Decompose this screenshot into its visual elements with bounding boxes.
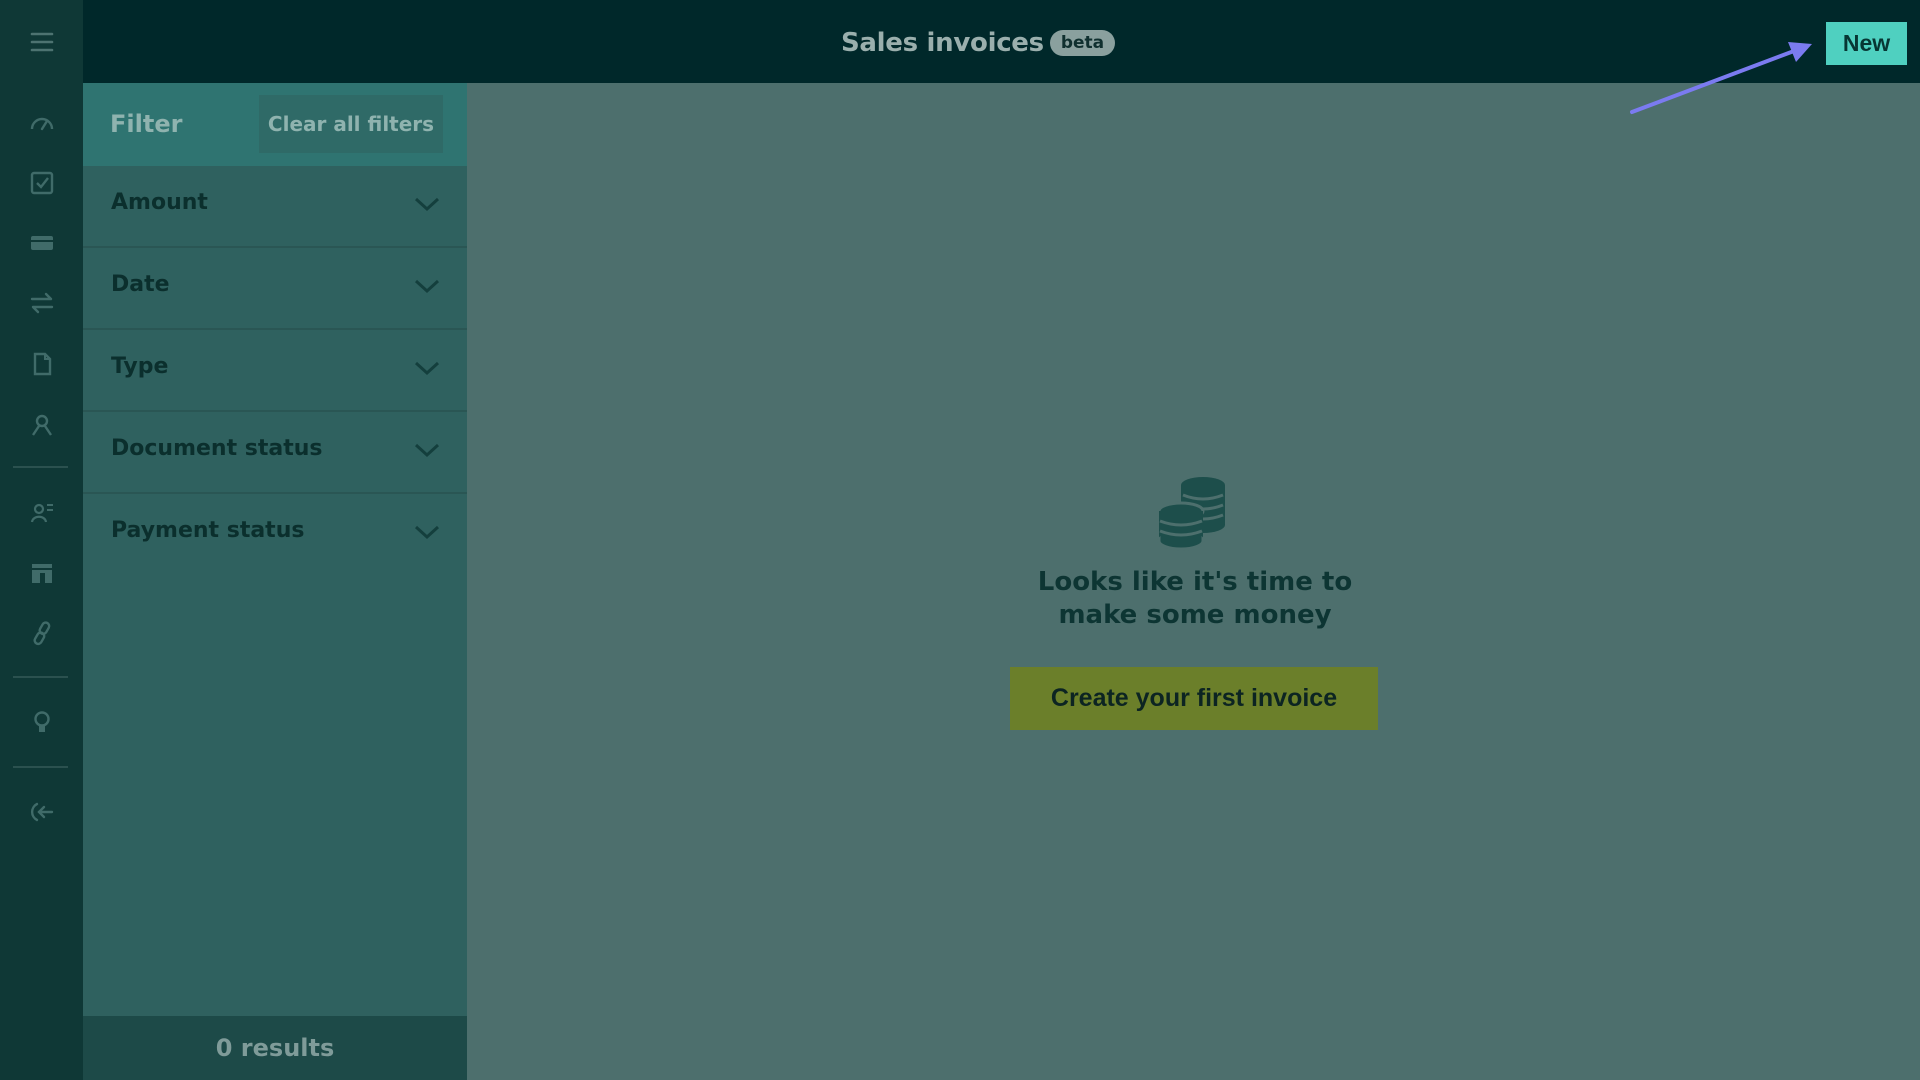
- tasks-icon[interactable]: [0, 159, 83, 207]
- filter-item-payment-status[interactable]: Payment status: [83, 494, 467, 576]
- filter-item-date[interactable]: Date: [83, 248, 467, 330]
- lightbulb-icon[interactable]: [0, 698, 83, 746]
- chevron-down-icon: [414, 197, 440, 212]
- annotation-arrow-icon: [1630, 42, 1812, 114]
- beta-badge: beta: [1049, 30, 1116, 56]
- filter-panel: Filter Clear all filters Amount Date Typ…: [83, 83, 467, 1080]
- filter-item-label: Document status: [111, 436, 323, 461]
- user-list-icon[interactable]: [0, 489, 83, 537]
- clear-all-filters-button[interactable]: Clear all filters: [259, 95, 443, 153]
- filter-item-label: Type: [111, 354, 169, 379]
- coins-icon: [1157, 477, 1225, 551]
- results-count: 0 results: [215, 1034, 335, 1062]
- filter-item-amount[interactable]: Amount: [83, 166, 467, 248]
- filter-item-type[interactable]: Type: [83, 330, 467, 412]
- rail-divider: [13, 676, 68, 678]
- chevron-down-icon: [414, 525, 440, 540]
- transfer-icon[interactable]: [0, 279, 83, 327]
- filter-title: Filter: [110, 110, 183, 138]
- page-title-group: Sales invoices beta: [841, 25, 1116, 61]
- filter-item-label: Date: [111, 272, 170, 297]
- filter-item-label: Payment status: [111, 518, 305, 543]
- chevron-down-icon: [414, 279, 440, 294]
- filter-item-document-status[interactable]: Document status: [83, 412, 467, 494]
- new-button[interactable]: New: [1826, 22, 1907, 65]
- empty-state-message: Looks like it's time to make some money: [1037, 567, 1353, 630]
- nav-rail: [0, 0, 83, 1080]
- store-icon[interactable]: [0, 549, 83, 597]
- create-first-invoice-button[interactable]: Create your first invoice: [1010, 667, 1378, 730]
- card-icon[interactable]: [0, 219, 83, 267]
- page-title: Sales invoices: [841, 28, 1044, 58]
- chevron-down-icon: [414, 361, 440, 376]
- logout-icon[interactable]: [0, 788, 83, 836]
- document-icon[interactable]: [0, 340, 83, 388]
- dashboard-icon[interactable]: [0, 99, 83, 147]
- menu-icon[interactable]: [0, 0, 83, 83]
- contacts-icon[interactable]: [0, 401, 83, 449]
- filter-header: Filter Clear all filters: [83, 83, 467, 166]
- link-icon[interactable]: [0, 609, 83, 657]
- chevron-down-icon: [414, 443, 440, 458]
- rail-divider: [13, 466, 68, 468]
- filter-item-label: Amount: [111, 190, 208, 215]
- results-bar: 0 results: [83, 1016, 467, 1080]
- rail-divider: [13, 766, 68, 768]
